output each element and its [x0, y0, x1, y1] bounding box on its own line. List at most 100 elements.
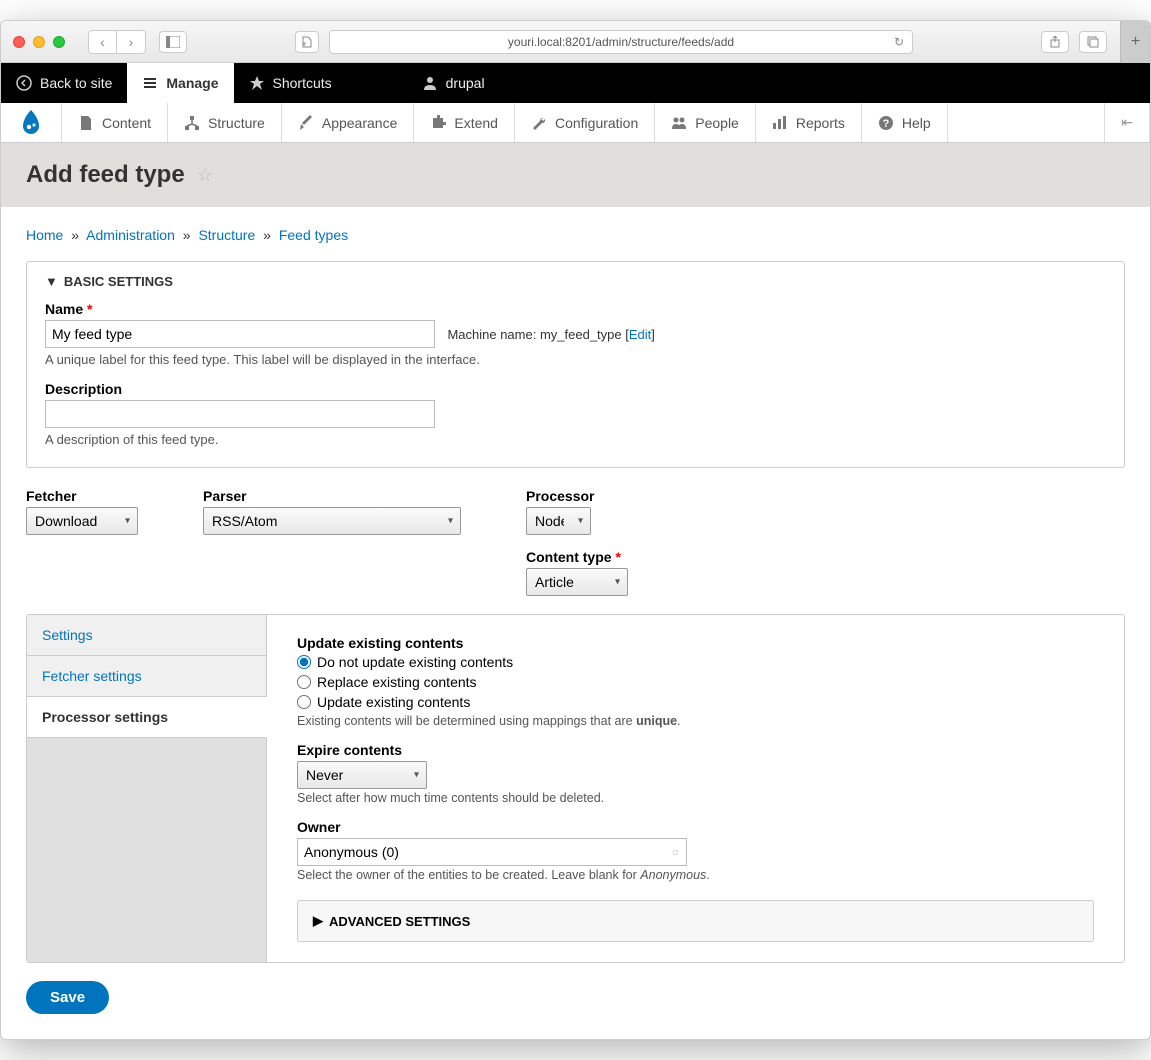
adminbar-label: People	[695, 115, 739, 131]
drupal-toolbar: Back to site Manage Shortcuts drupal	[1, 63, 1150, 103]
advanced-settings-fieldset[interactable]: ▶ ADVANCED SETTINGS	[297, 900, 1094, 942]
people-icon	[671, 115, 687, 131]
browser-titlebar: ‹ › youri.local:8201/admin/structure/fee…	[1, 21, 1150, 63]
breadcrumb-home[interactable]: Home	[26, 227, 63, 243]
edit-machine-name-link[interactable]: Edit	[629, 327, 651, 342]
back-to-site-link[interactable]: Back to site	[1, 63, 127, 103]
adminbar-label: Structure	[208, 115, 265, 131]
admin-appearance-link[interactable]: Appearance	[282, 103, 415, 142]
owner-description: Select the owner of the entities to be c…	[297, 868, 1094, 882]
machine-name-text: Machine name: my_feed_type [Edit]	[447, 327, 654, 342]
window-minimize-icon[interactable]	[33, 36, 45, 48]
description-description: A description of this feed type.	[45, 432, 1106, 447]
star-icon	[249, 75, 265, 91]
page-title: Add feed type	[26, 161, 185, 189]
basic-settings-label: BASIC SETTINGS	[64, 274, 173, 289]
content-type-label: Content type *	[526, 549, 628, 565]
name-input[interactable]	[45, 320, 435, 348]
breadcrumb-structure[interactable]: Structure	[198, 227, 255, 243]
help-icon: ?	[878, 115, 894, 131]
advanced-settings-label: ADVANCED SETTINGS	[329, 914, 470, 929]
manage-label: Manage	[166, 75, 218, 91]
drupal-logo[interactable]	[1, 103, 62, 142]
admin-people-link[interactable]: People	[655, 103, 756, 142]
parser-label: Parser	[203, 488, 461, 504]
admin-content-link[interactable]: Content	[62, 103, 168, 142]
new-tab-button[interactable]: +	[1120, 21, 1150, 63]
adminbar-label: Appearance	[322, 115, 398, 131]
adminbar-label: Reports	[796, 115, 845, 131]
adminbar-label: Configuration	[555, 115, 638, 131]
expire-label: Expire contents	[297, 742, 1094, 758]
adminbar-label: Help	[902, 115, 931, 131]
window-close-icon[interactable]	[13, 36, 25, 48]
admin-help-link[interactable]: ? Help	[862, 103, 948, 142]
share-button[interactable]	[1041, 31, 1069, 53]
basic-settings-legend[interactable]: ▼ BASIC SETTINGS	[45, 274, 1106, 289]
chart-icon	[772, 115, 788, 131]
page-title-bar: Add feed type ☆	[1, 143, 1150, 207]
admin-extend-link[interactable]: Extend	[414, 103, 515, 142]
admin-collapse-button[interactable]: ⇤	[1104, 103, 1150, 142]
content-type-select[interactable]: Article	[526, 568, 628, 596]
owner-label: Owner	[297, 819, 1094, 835]
tab-fetcher-settings[interactable]: Fetcher settings	[27, 656, 266, 697]
radio-update[interactable]: Update existing contents	[297, 694, 1094, 710]
tab-settings[interactable]: Settings	[27, 615, 266, 656]
update-existing-label: Update existing contents	[297, 635, 1094, 651]
admin-structure-link[interactable]: Structure	[168, 103, 282, 142]
shortcuts-label: Shortcuts	[273, 75, 332, 91]
svg-text:?: ?	[883, 118, 890, 130]
admin-reports-link[interactable]: Reports	[756, 103, 862, 142]
admin-menu: Content Structure Appearance Extend Conf…	[1, 103, 1150, 143]
tab-processor-settings[interactable]: Processor settings	[27, 697, 267, 738]
breadcrumb-feed-types[interactable]: Feed types	[279, 227, 348, 243]
parser-select[interactable]: RSS/Atom	[203, 507, 461, 535]
admin-configuration-link[interactable]: Configuration	[515, 103, 655, 142]
breadcrumb-administration[interactable]: Administration	[86, 227, 175, 243]
name-label: Name *	[45, 301, 1106, 317]
radio-replace[interactable]: Replace existing contents	[297, 674, 1094, 690]
collapse-arrow-icon: ⇤	[1121, 114, 1133, 131]
owner-input[interactable]	[297, 838, 687, 866]
back-arrow-icon	[16, 75, 32, 91]
favorite-star-icon[interactable]: ☆	[197, 165, 213, 186]
sidebar-toggle-button[interactable]	[159, 31, 187, 53]
processor-select[interactable]: Node	[526, 507, 591, 535]
user-link[interactable]: drupal	[407, 63, 500, 103]
radio-do-not-update[interactable]: Do not update existing contents	[297, 654, 1094, 670]
expire-description: Select after how much time contents shou…	[297, 791, 1094, 805]
reload-icon[interactable]: ↻	[894, 35, 904, 49]
fetcher-select[interactable]: Download	[26, 507, 138, 535]
basic-settings-fieldset: ▼ BASIC SETTINGS Name * Machine name: my…	[26, 261, 1125, 468]
reader-icon[interactable]	[295, 31, 319, 53]
manage-link[interactable]: Manage	[127, 63, 233, 103]
breadcrumb: Home » Administration » Structure » Feed…	[26, 227, 1125, 243]
url-bar[interactable]: youri.local:8201/admin/structure/feeds/a…	[329, 30, 913, 54]
shortcuts-link[interactable]: Shortcuts	[234, 63, 347, 103]
description-label: Description	[45, 381, 1106, 397]
tabs-button[interactable]	[1079, 31, 1107, 53]
brush-icon	[298, 115, 314, 131]
description-input[interactable]	[45, 400, 435, 428]
expand-triangle-icon: ▶	[313, 913, 323, 929]
traffic-lights	[13, 36, 65, 48]
update-description: Existing contents will be determined usi…	[297, 714, 1094, 728]
structure-icon	[184, 115, 200, 131]
puzzle-icon	[430, 115, 446, 131]
save-button[interactable]: Save	[26, 981, 109, 1014]
url-text: youri.local:8201/admin/structure/feeds/a…	[508, 35, 734, 49]
nav-forward-button[interactable]: ›	[117, 31, 145, 53]
hamburger-icon	[142, 75, 158, 91]
name-description: A unique label for this feed type. This …	[45, 352, 1106, 367]
adminbar-label: Extend	[454, 115, 498, 131]
nav-back-forward: ‹ ›	[88, 30, 146, 54]
vertical-tabs: Settings Fetcher settings Processor sett…	[26, 614, 1125, 963]
back-to-site-label: Back to site	[40, 75, 112, 91]
user-icon	[422, 75, 438, 91]
expire-select[interactable]: Never	[297, 761, 427, 789]
collapse-triangle-icon: ▼	[45, 274, 58, 289]
fetcher-label: Fetcher	[26, 488, 138, 504]
nav-back-button[interactable]: ‹	[89, 31, 117, 53]
window-maximize-icon[interactable]	[53, 36, 65, 48]
